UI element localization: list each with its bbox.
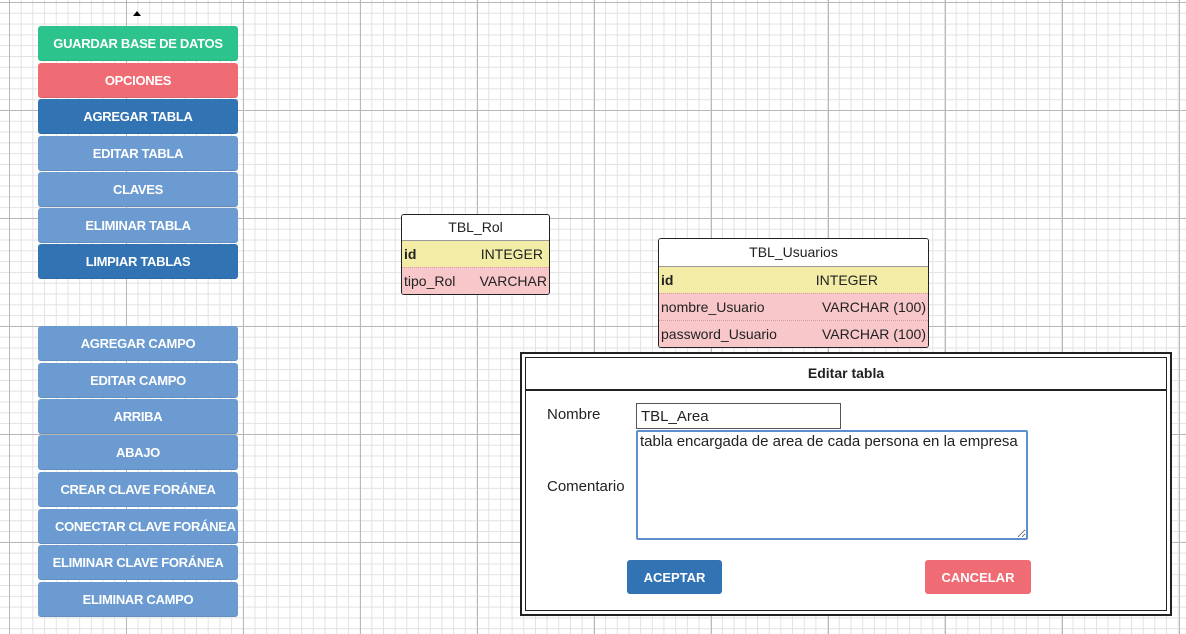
edit-table-dialog: Editar tabla Nombre Comentario tabla enc… bbox=[520, 352, 1172, 616]
dialog-title: Editar tabla bbox=[526, 358, 1166, 391]
table-field-row[interactable]: password_Usuario VARCHAR (100) bbox=[659, 320, 928, 347]
table-entity-usuarios[interactable]: TBL_Usuarios id INTEGER nombre_Usuario V… bbox=[658, 238, 929, 348]
field-type: VARCHAR bbox=[479, 273, 547, 289]
table-field-row[interactable]: tipo_Rol VARCHAR bbox=[402, 267, 549, 294]
delete-foreign-key-button[interactable]: ELIMINAR CLAVE FORÁNEA bbox=[38, 545, 238, 580]
table-name-input[interactable] bbox=[636, 403, 841, 429]
add-field-button[interactable]: AGREGAR CAMPO bbox=[38, 326, 238, 361]
field-name: nombre_Usuario bbox=[661, 299, 765, 315]
comment-textarea[interactable]: tabla encargada de area de cada persona … bbox=[636, 430, 1028, 540]
name-label: Nombre bbox=[547, 406, 601, 423]
table-entity-rol[interactable]: TBL_Rol id INTEGER tipo_Rol VARCHAR bbox=[401, 214, 550, 295]
delete-table-button[interactable]: ELIMINAR TABLA bbox=[38, 208, 238, 243]
edit-table-button[interactable]: EDITAR TABLA bbox=[38, 136, 238, 171]
table-title[interactable]: TBL_Rol bbox=[402, 215, 549, 241]
move-up-button[interactable]: ARRIBA bbox=[38, 399, 238, 434]
field-name: id bbox=[404, 246, 417, 262]
edit-field-button[interactable]: EDITAR CAMPO bbox=[38, 363, 238, 398]
clear-tables-button[interactable]: LIMPIAR TABLAS bbox=[38, 244, 238, 279]
field-name: password_Usuario bbox=[661, 326, 777, 342]
cancel-button[interactable]: CANCELAR bbox=[925, 560, 1031, 594]
collapse-caret-icon[interactable] bbox=[133, 11, 141, 16]
table-title[interactable]: TBL_Usuarios bbox=[659, 239, 928, 267]
table-field-row[interactable]: id INTEGER bbox=[659, 267, 928, 293]
field-type: VARCHAR (100) bbox=[822, 326, 926, 342]
save-database-button[interactable]: GUARDAR BASE DE DATOS bbox=[38, 26, 238, 61]
field-name: id bbox=[661, 272, 674, 288]
table-field-row[interactable]: id INTEGER bbox=[402, 241, 549, 267]
field-type: VARCHAR (100) bbox=[822, 299, 926, 315]
connect-foreign-key-button[interactable]: CONECTAR CLAVE FORÁNEA bbox=[38, 509, 238, 544]
table-field-row[interactable]: nombre_Usuario VARCHAR (100) bbox=[659, 293, 928, 320]
options-button[interactable]: OPCIONES bbox=[38, 63, 238, 98]
dialog-body: Editar tabla Nombre Comentario tabla enc… bbox=[525, 357, 1167, 611]
move-down-button[interactable]: ABAJO bbox=[38, 435, 238, 470]
delete-field-button[interactable]: ELIMINAR CAMPO bbox=[38, 582, 238, 617]
accept-button[interactable]: ACEPTAR bbox=[627, 560, 722, 594]
add-table-button[interactable]: AGREGAR TABLA bbox=[38, 99, 238, 134]
comment-label: Comentario bbox=[547, 478, 625, 495]
create-foreign-key-button[interactable]: CREAR CLAVE FORÁNEA bbox=[38, 472, 238, 507]
field-name: tipo_Rol bbox=[404, 273, 456, 289]
keys-button[interactable]: CLAVES bbox=[38, 172, 238, 207]
field-type: INTEGER bbox=[815, 272, 878, 288]
field-type: INTEGER bbox=[480, 246, 543, 262]
